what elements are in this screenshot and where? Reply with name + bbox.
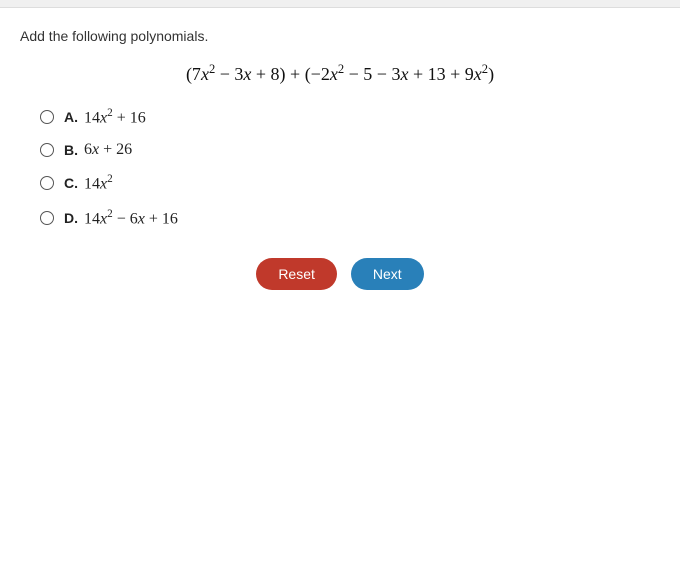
text-a: 14x2 + 16 [84, 107, 146, 127]
main-content: Add the following polynomials. (7x2 − 3x… [0, 8, 680, 310]
radio-a[interactable] [40, 110, 54, 124]
text-c: 14x2 [84, 173, 113, 193]
reset-button[interactable]: Reset [256, 258, 337, 290]
radio-d[interactable] [40, 211, 54, 225]
equation-display: (7x2 − 3x + 8) + (−2x2 − 5 − 3x + 13 + 9… [20, 62, 660, 85]
option-d[interactable]: D. 14x2 − 6x + 16 [40, 208, 660, 228]
top-bar [0, 0, 680, 8]
options-list: A. 14x2 + 16 B. 6x + 26 C. 14x2 D. 14x2 … [40, 107, 660, 228]
label-d: D. [64, 210, 78, 226]
option-a[interactable]: A. 14x2 + 16 [40, 107, 660, 127]
text-b: 6x + 26 [84, 141, 132, 159]
text-d: 14x2 − 6x + 16 [84, 208, 178, 228]
option-c[interactable]: C. 14x2 [40, 173, 660, 193]
label-b: B. [64, 142, 78, 158]
instruction-text: Add the following polynomials. [20, 28, 660, 44]
label-a: A. [64, 109, 78, 125]
next-button[interactable]: Next [351, 258, 424, 290]
radio-c[interactable] [40, 176, 54, 190]
action-buttons: Reset Next [20, 258, 660, 290]
radio-b[interactable] [40, 143, 54, 157]
label-c: C. [64, 175, 78, 191]
option-b[interactable]: B. 6x + 26 [40, 141, 660, 159]
